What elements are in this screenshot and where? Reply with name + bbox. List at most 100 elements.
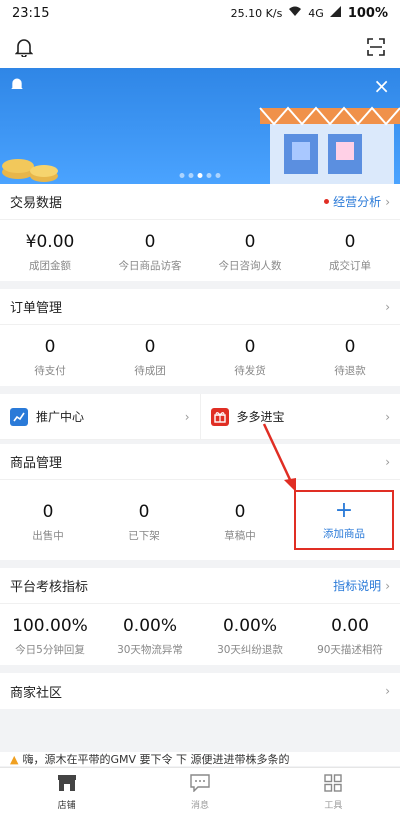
stat-reply-rate[interactable]: 100.00% 今日5分钟回复 bbox=[0, 614, 100, 657]
banner-dot[interactable] bbox=[206, 173, 212, 178]
stat-pending-refund[interactable]: 0 待退款 bbox=[300, 335, 400, 378]
stat-value: 0 bbox=[138, 501, 150, 522]
nav-messages[interactable]: 消息 bbox=[133, 768, 266, 817]
banner-dot[interactable] bbox=[215, 173, 221, 178]
stat-pending-payment[interactable]: 0 待支付 bbox=[0, 335, 100, 378]
product-stats: 0 出售中 0 已下架 0 草稿中 + 添加商品 bbox=[0, 480, 400, 560]
stat-pending-group[interactable]: 0 待成团 bbox=[100, 335, 200, 378]
stat-value: ¥0.00 bbox=[25, 232, 75, 252]
news-text: 嗨，源木在平带的GMV 要下令 下 源便进进带株多条的 bbox=[22, 753, 290, 766]
stat-label: 出售中 bbox=[32, 529, 64, 542]
chevron-right-icon: › bbox=[184, 409, 190, 424]
stat-label: 成团金额 bbox=[29, 260, 71, 272]
stat-visitors[interactable]: 0 今日商品访客 bbox=[100, 230, 200, 273]
stat-label: 成交订单 bbox=[329, 260, 371, 272]
bottom-nav: 店铺 消息 工具 bbox=[0, 767, 400, 817]
banner-dot[interactable] bbox=[188, 173, 194, 178]
banner-pagination bbox=[179, 173, 221, 178]
divider bbox=[0, 386, 400, 394]
promo-banner[interactable]: × bbox=[0, 68, 400, 184]
stat-label: 30天纠纷退款 bbox=[217, 644, 283, 656]
metrics-stats: 100.00% 今日5分钟回复 0.00% 30天物流异常 0.00% 30天纠… bbox=[0, 604, 400, 665]
order-stats: 0 待支付 0 待成团 0 待发货 0 待退款 bbox=[0, 325, 400, 386]
grid-icon bbox=[324, 774, 343, 795]
duoduo-jinbao-button[interactable]: 多多进宝 › bbox=[201, 394, 400, 439]
stat-value: 0 bbox=[44, 337, 56, 357]
promotion-center-button[interactable]: 推广中心 › bbox=[0, 394, 201, 439]
plus-icon: + bbox=[334, 497, 354, 523]
stat-value: 0.00% bbox=[222, 616, 277, 636]
stat-value: 0 bbox=[144, 337, 156, 357]
nav-tools[interactable]: 工具 bbox=[267, 768, 400, 817]
metrics-help-link[interactable]: 指标说明 › bbox=[333, 577, 390, 594]
stat-label: 待发货 bbox=[234, 365, 266, 377]
stat-on-sale[interactable]: 0 出售中 bbox=[0, 500, 96, 543]
divider bbox=[0, 560, 400, 568]
stat-value: 0 bbox=[144, 232, 156, 252]
megaphone-icon: ▲ bbox=[10, 752, 19, 766]
orders-header[interactable]: 订单管理 › bbox=[0, 289, 400, 325]
business-analysis-label: 经营分析 bbox=[333, 195, 382, 209]
stat-value: 0.00% bbox=[122, 616, 177, 636]
stat-label: 今日咨询人数 bbox=[218, 260, 282, 272]
gift-icon bbox=[210, 407, 229, 426]
wifi-icon bbox=[288, 6, 302, 20]
battery-level: 100% bbox=[347, 5, 388, 21]
stat-drafts[interactable]: 0 草稿中 bbox=[192, 500, 288, 543]
stat-label: 草稿中 bbox=[224, 529, 256, 542]
trade-stats: ¥0.00 成团金额 0 今日商品访客 0 今日咨询人数 0 成交订单 bbox=[0, 220, 400, 281]
stat-label: 待成团 bbox=[134, 365, 166, 377]
orders-section: 订单管理 › 0 待支付 0 待成团 0 待发货 0 待退款 bbox=[0, 289, 400, 386]
stat-label: 待支付 bbox=[34, 365, 66, 377]
stat-value: 0 bbox=[344, 232, 356, 252]
community-header[interactable]: 商家社区 › bbox=[0, 673, 400, 709]
stat-group-amount[interactable]: ¥0.00 成团金额 bbox=[0, 230, 100, 273]
orders-title: 订单管理 bbox=[10, 301, 63, 316]
metrics-section: 平台考核指标 指标说明 › 100.00% 今日5分钟回复 0.00% 30天物… bbox=[0, 568, 400, 665]
metrics-help-label: 指标说明 bbox=[333, 579, 382, 593]
status-bar: 23:15 25.10 K/s 4G 100% bbox=[0, 0, 400, 26]
chevron-right-icon: › bbox=[385, 194, 390, 209]
stat-description-match[interactable]: 0.00 90天描述相符 bbox=[300, 614, 400, 657]
status-indicators: 25.10 K/s 4G 100% bbox=[231, 6, 388, 21]
banner-dot[interactable] bbox=[179, 173, 185, 178]
promotion-center-label: 推广中心 bbox=[36, 410, 85, 424]
stat-logistics[interactable]: 0.00% 30天物流异常 bbox=[100, 614, 200, 657]
metrics-header: 平台考核指标 指标说明 › bbox=[0, 568, 400, 604]
stat-value: 0 bbox=[244, 232, 256, 252]
storefront-illustration bbox=[259, 106, 400, 184]
news-ticker[interactable]: ▲ 嗨，源木在平带的GMV 要下令 下 源便进进带株多条的 bbox=[0, 752, 400, 766]
network-speed: 25.10 K/s bbox=[230, 6, 283, 20]
store-icon bbox=[57, 774, 77, 795]
metrics-title: 平台考核指标 bbox=[10, 580, 89, 595]
chevron-right-icon: › bbox=[385, 684, 390, 698]
nav-tools-label: 工具 bbox=[324, 801, 343, 811]
stat-delisted[interactable]: 0 已下架 bbox=[96, 500, 192, 543]
nav-store-label: 店铺 bbox=[57, 801, 76, 811]
nav-store[interactable]: 店铺 bbox=[0, 768, 133, 817]
stat-orders[interactable]: 0 成交订单 bbox=[300, 230, 400, 273]
duoduo-jinbao-label: 多多进宝 bbox=[236, 410, 285, 424]
stat-inquiries[interactable]: 0 今日咨询人数 bbox=[200, 230, 300, 273]
chevron-right-icon: › bbox=[385, 409, 390, 424]
signal-icon bbox=[329, 6, 342, 20]
stat-value: 0.00 bbox=[331, 616, 369, 636]
stat-label: 今日商品访客 bbox=[118, 260, 182, 272]
add-product-button[interactable]: + 添加商品 bbox=[294, 490, 394, 550]
business-analysis-link[interactable]: 经营分析 › bbox=[324, 193, 390, 210]
trade-section: 交易数据 经营分析 › ¥0.00 成团金额 0 今日商品访客 0 今日咨询人数… bbox=[0, 184, 400, 281]
stat-disputes[interactable]: 0.00% 30天纠纷退款 bbox=[200, 614, 300, 657]
scan-icon[interactable] bbox=[364, 35, 388, 59]
top-bar bbox=[0, 26, 400, 68]
stat-label: 已下架 bbox=[128, 529, 160, 542]
community-section: 商家社区 › bbox=[0, 673, 400, 709]
stat-value: 0 bbox=[42, 501, 54, 522]
banner-dot-active[interactable] bbox=[197, 173, 203, 178]
coins-illustration bbox=[2, 159, 58, 182]
chevron-right-icon: › bbox=[385, 299, 390, 314]
banner-close-icon[interactable]: × bbox=[373, 76, 390, 96]
community-title: 商家社区 bbox=[10, 685, 63, 701]
stat-pending-shipment[interactable]: 0 待发货 bbox=[200, 335, 300, 378]
bell-icon[interactable] bbox=[12, 35, 36, 59]
products-header[interactable]: 商品管理 › bbox=[0, 444, 400, 480]
